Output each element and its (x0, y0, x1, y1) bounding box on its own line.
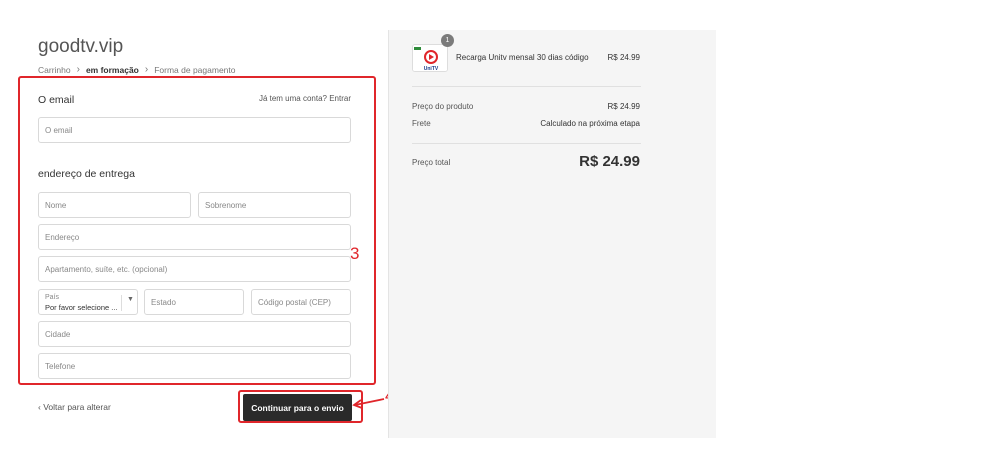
summary-divider (412, 86, 641, 87)
product-price: R$ 24.99 (607, 53, 640, 62)
breadcrumb: Carrinho › em formação › Forma de pagame… (38, 64, 236, 75)
shipping-label: Frete (412, 119, 431, 128)
address-field[interactable]: Endereço (38, 224, 351, 250)
summary-divider (412, 143, 641, 144)
country-label: País (45, 294, 60, 301)
last-name-field[interactable]: Sobrenome (198, 192, 351, 218)
postal-code-field[interactable]: Código postal (CEP) (251, 289, 351, 315)
quantity-badge: 1 (441, 34, 454, 47)
shipping-value: Calculado na próxima etapa (540, 119, 640, 128)
annotation-marker-3: 3 (350, 244, 360, 263)
breadcrumb-cart[interactable]: Carrinho (38, 65, 71, 75)
select-divider (121, 295, 122, 311)
country-value: Por favor selecione ... (45, 303, 118, 312)
product-name: Recarga Unitv mensal 30 dias código (456, 53, 589, 62)
chevron-right-icon: › (76, 64, 80, 75)
login-link[interactable]: Já tem uma conta? Entrar (230, 94, 351, 103)
chevron-left-icon: ‹ (38, 402, 41, 412)
email-section-title: O email (38, 94, 75, 106)
breadcrumb-current: em formação (85, 64, 139, 75)
back-label: Voltar para alterar (43, 402, 111, 412)
subtotal-label: Preço do produto (412, 102, 474, 111)
phone-field[interactable]: Telefone (38, 353, 351, 379)
product-logo-icon: UniTV (413, 45, 447, 72)
subtotal-value: R$ 24.99 (607, 102, 640, 111)
back-link[interactable]: ‹ Voltar para alterar (38, 402, 111, 412)
caret-down-icon: ▼ (127, 296, 134, 303)
annotation-arrow-icon (352, 398, 385, 409)
email-field[interactable]: O email (38, 117, 351, 143)
chevron-right-icon: › (144, 64, 149, 75)
apartment-field[interactable]: Apartamento, suíte, etc. (opcional) (38, 256, 351, 282)
button-highlight-box (238, 390, 363, 423)
product-logo-text: UniTV (424, 66, 439, 72)
country-select[interactable]: País Por favor selecione ... ▼ (38, 289, 138, 315)
first-name-field[interactable]: Nome (38, 192, 191, 218)
city-field[interactable]: Cidade (38, 321, 351, 347)
state-field[interactable]: Estado (144, 289, 244, 315)
store-title: goodtv.vip (38, 36, 124, 57)
total-value: R$ 24.99 (579, 153, 640, 170)
total-label: Preço total (412, 158, 451, 167)
product-thumbnail: UniTV (412, 44, 448, 72)
shipping-section-title: endereço de entrega (38, 168, 135, 180)
breadcrumb-payment: Forma de pagamento (154, 64, 236, 75)
order-summary-panel: UniTV 1 Recarga Unitv mensal 30 dias cód… (388, 30, 716, 438)
